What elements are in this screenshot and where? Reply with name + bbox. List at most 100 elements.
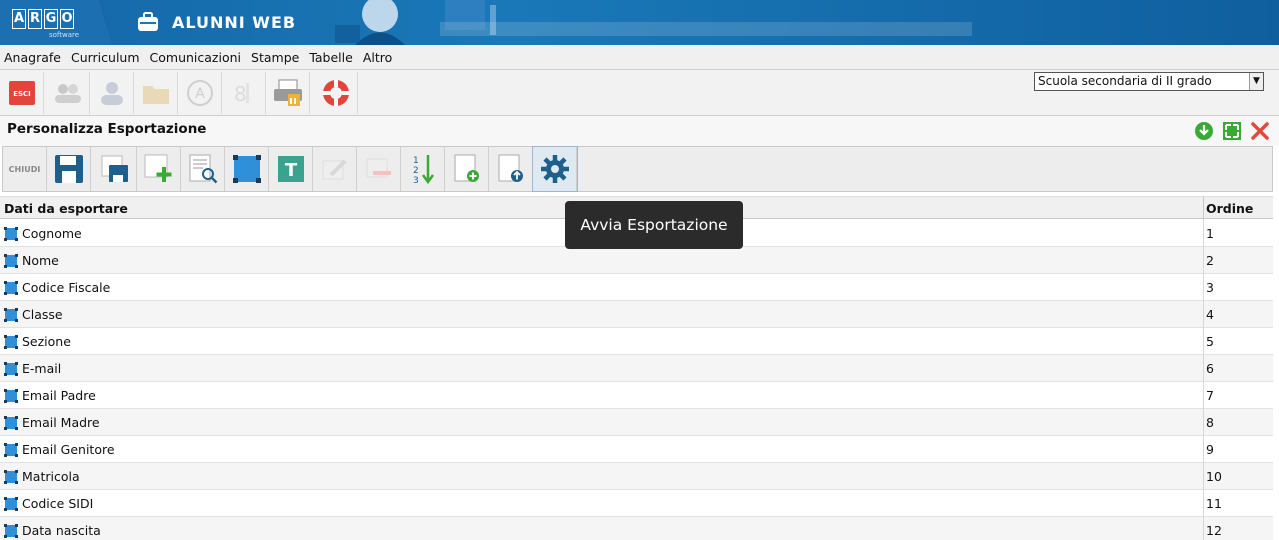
start-export-button[interactable]	[532, 146, 578, 192]
table-row[interactable]: Codice SIDI 11	[0, 490, 1273, 517]
column-divider	[1203, 247, 1204, 274]
download-icon[interactable]	[1194, 121, 1214, 141]
teachers-button[interactable]	[90, 72, 134, 114]
table-row[interactable]: E-mail 6	[0, 355, 1273, 382]
field-cell: Email Padre	[4, 388, 96, 403]
field-cell: Data nascita	[4, 523, 101, 538]
field-icon	[4, 469, 18, 484]
text-button[interactable]: T	[269, 147, 313, 191]
svg-text:ESCI: ESCI	[13, 90, 31, 98]
preview-button[interactable]	[181, 147, 225, 191]
sort-order-button[interactable]: 1 2 3	[401, 147, 445, 191]
field-label: Classe	[22, 307, 63, 322]
field-icon	[4, 388, 18, 403]
table-row[interactable]: Matricola 10	[0, 463, 1273, 490]
column-divider	[1203, 328, 1204, 355]
column-header-field[interactable]: Dati da esportare	[4, 201, 128, 216]
svg-text:A: A	[195, 86, 205, 102]
column-divider	[1203, 382, 1204, 409]
column-divider	[1203, 355, 1204, 382]
menu-altro[interactable]: Altro	[363, 50, 392, 65]
upload-model-button[interactable]	[489, 147, 533, 191]
logo-letter: G	[44, 9, 58, 29]
field-cell: Codice SIDI	[4, 496, 93, 511]
table-row[interactable]: Nome 2	[0, 247, 1273, 274]
svg-text:1: 1	[413, 156, 419, 166]
save-as-button[interactable]	[93, 147, 137, 191]
new-model-button[interactable]	[445, 147, 489, 191]
menu-curriculum[interactable]: Curriculum	[71, 50, 140, 65]
column-divider	[1203, 197, 1204, 220]
field-cell: Email Madre	[4, 415, 100, 430]
delete-button[interactable]	[357, 147, 401, 191]
close-icon[interactable]	[1250, 121, 1270, 141]
print-button[interactable]	[266, 72, 310, 114]
add-icon	[144, 154, 171, 182]
menu-tabelle[interactable]: Tabelle	[309, 50, 353, 65]
new-document-icon	[454, 154, 479, 182]
svg-text:T: T	[284, 160, 297, 181]
svg-text:8: 8	[234, 82, 247, 106]
export-toolbar: CHIUDI T 1 2 3	[2, 146, 1273, 192]
field-cell: Email Genitore	[4, 442, 115, 457]
order-cell: 2	[1206, 253, 1214, 268]
table-row[interactable]: Codice Fiscale 3	[0, 274, 1273, 301]
field-icon	[4, 307, 18, 322]
field-icon	[232, 155, 261, 183]
students-button[interactable]	[46, 72, 90, 114]
field-button[interactable]	[225, 147, 269, 191]
school-type-value: Scuola secondaria di II grado	[1038, 74, 1212, 88]
field-icon	[4, 442, 18, 457]
column-divider	[1203, 517, 1204, 540]
field-icon	[4, 361, 18, 376]
table-row[interactable]: Data nascita 12	[0, 517, 1273, 540]
alpha-button[interactable]: A	[178, 72, 222, 114]
table-row[interactable]: Email Genitore 9	[0, 436, 1273, 463]
field-icon	[4, 226, 18, 241]
banner-strip	[440, 22, 972, 36]
panel-title: Personalizza Esportazione	[7, 121, 207, 137]
table-row[interactable]: Email Madre 8	[0, 409, 1273, 436]
svg-text:3: 3	[413, 176, 419, 185]
grades-button[interactable]: 8	[222, 72, 266, 114]
column-header-order[interactable]: Ordine	[1206, 201, 1253, 216]
close-panel-button[interactable]: CHIUDI	[3, 147, 47, 191]
menu-stampe[interactable]: Stampe	[251, 50, 299, 65]
main-toolbar: ESCI A 8 Scuola secondaria di II grado ▼	[0, 70, 1279, 116]
sort-numeric-icon: 1 2 3	[413, 155, 434, 185]
column-divider	[1203, 490, 1204, 517]
order-cell: 5	[1206, 334, 1214, 349]
field-label: Email Madre	[22, 415, 100, 430]
save-button[interactable]	[47, 147, 91, 191]
menu-comunicazioni[interactable]: Comunicazioni	[150, 50, 241, 65]
table-row[interactable]: Email Padre 7	[0, 382, 1273, 409]
edit-button[interactable]	[313, 147, 357, 191]
menu-anagrafe[interactable]: Anagrafe	[4, 50, 61, 65]
maximize-icon[interactable]	[1222, 121, 1242, 141]
add-button[interactable]	[137, 147, 181, 191]
column-divider	[1203, 274, 1204, 301]
field-icon	[4, 280, 18, 295]
school-type-select[interactable]: Scuola secondaria di II grado ▼	[1034, 72, 1264, 91]
grades-icon: 8	[234, 82, 249, 106]
exit-button[interactable]: ESCI	[0, 72, 44, 114]
grid-body: Cognome 1 Nome 2 Codice Fiscale 3 Classe…	[0, 220, 1273, 540]
printer-icon	[273, 79, 302, 106]
field-label: Email Padre	[22, 388, 96, 403]
lifebuoy-icon	[322, 80, 349, 106]
field-cell: Sezione	[4, 334, 71, 349]
order-cell: 8	[1206, 415, 1214, 430]
table-row[interactable]: Classe 4	[0, 301, 1273, 328]
briefcase-icon	[138, 12, 158, 31]
archive-button[interactable]	[134, 72, 178, 114]
table-row[interactable]: Sezione 5	[0, 328, 1273, 355]
field-icon	[4, 334, 18, 349]
users-icon	[54, 84, 81, 103]
field-cell: Classe	[4, 307, 63, 322]
field-label: Email Genitore	[22, 442, 115, 457]
field-label: Cognome	[22, 226, 82, 241]
field-label: Data nascita	[22, 523, 101, 538]
column-divider	[1203, 436, 1204, 463]
column-divider	[1203, 301, 1204, 328]
help-button[interactable]	[314, 72, 358, 114]
